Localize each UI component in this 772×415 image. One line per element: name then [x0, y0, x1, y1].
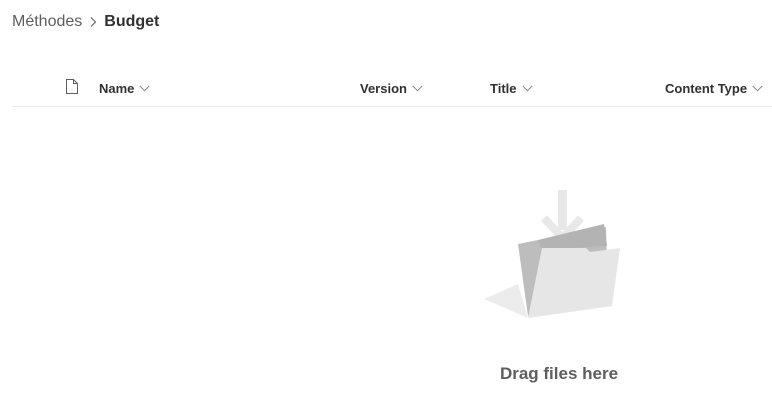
column-header-file-type[interactable]: [64, 70, 80, 106]
column-header-version-label: Version: [360, 80, 407, 96]
document-icon: [66, 79, 78, 97]
column-header-title[interactable]: Title: [490, 70, 533, 106]
chevron-right-icon: [82, 10, 104, 34]
breadcrumb: Méthodes Budget: [12, 10, 159, 34]
column-header-title-label: Title: [490, 80, 517, 96]
empty-state-message: Drag files here: [499, 364, 619, 383]
document-library-view: Méthodes Budget Name Version Title Conte…: [0, 0, 772, 415]
breadcrumb-parent-link[interactable]: Méthodes: [12, 13, 82, 31]
column-header-name[interactable]: Name: [99, 70, 150, 106]
column-header-row: Name Version Title Content Type: [12, 70, 772, 107]
column-header-content-type[interactable]: Content Type: [665, 70, 763, 106]
column-header-content-type-label: Content Type: [665, 80, 748, 96]
breadcrumb-current: Budget: [104, 13, 160, 30]
folder-drop-icon: [480, 188, 625, 323]
chevron-down-icon: [521, 85, 533, 92]
chevron-down-icon: [139, 85, 150, 92]
column-header-version[interactable]: Version: [360, 70, 423, 106]
chevron-down-icon: [412, 85, 423, 92]
column-header-name-label: Name: [99, 80, 135, 96]
chevron-down-icon: [752, 85, 763, 92]
